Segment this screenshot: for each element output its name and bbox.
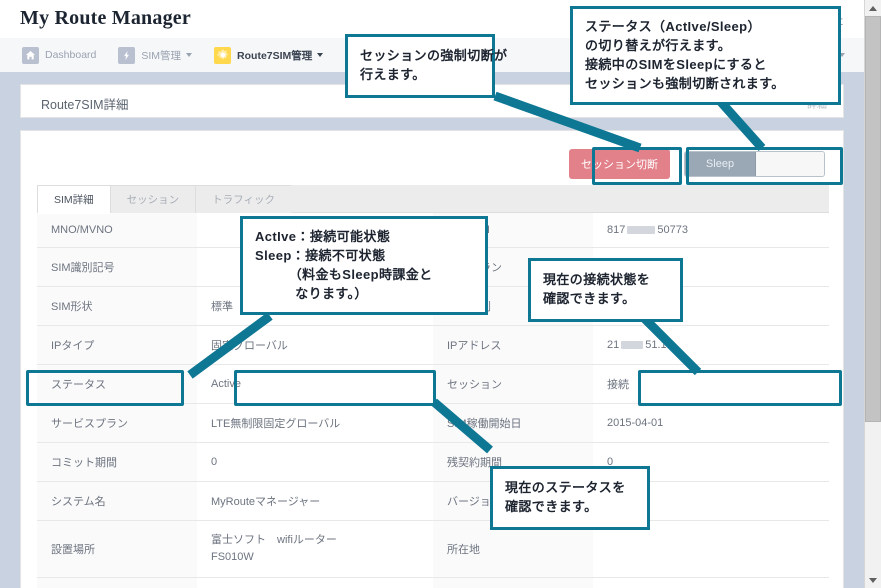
tab-traffic[interactable]: トラフィック [195,185,292,213]
cell-key: SIM形状 [37,286,197,326]
home-icon [22,46,39,64]
cell-key-session: セッション [433,364,593,404]
tab-sim-detail[interactable]: SIM詳細 [37,185,111,213]
highlight-status-value [234,370,436,406]
nav-label-sim-kanri: SIM管理 [141,49,182,62]
cell-value: MyRouteマネージャー [197,481,433,521]
cell-value: 固定グローバル [197,325,433,365]
tab-filler [290,185,829,213]
scroll-down-arrow-icon[interactable] [865,572,881,588]
cell-value: 21 51.18 [593,325,829,365]
callout-active-sleep: ActIve：接続可能状態 Sleep：接続不可状態 （料金もSleep時課金と… [240,216,488,316]
cell-key: SIM稼働開始日 [433,403,593,443]
callout-text: ステータス（ActIve/Sleep） の切り替えが行えます。 接続中のSIMを… [585,19,785,91]
highlight-sleep-toggle [686,147,843,185]
highlight-session-disconnect [592,147,682,185]
cell-value: 富士ソフト wifiルーター FS010W [197,520,433,579]
cell-value: 2015-04-01 [593,403,829,443]
nav-label-dashboard: Dashboard [45,49,97,61]
cell-key: サービスプラン [37,403,197,443]
page-title: Route7SIM詳細 [41,98,129,112]
table-row: システム名 MyRouteマネージャー バージョン 1.0 [37,481,829,521]
nav-item-route7sim-kanri[interactable]: Route7SIM管理 [214,38,335,72]
callout-text: ActIve：接続可能状態 Sleep：接続不可状態 （料金もSleep時課金と… [255,229,433,301]
cell-key: 稼働開始日 [433,577,593,588]
nav-item-dashboard[interactable]: Dashboard [22,38,108,72]
tab-bar: SIM詳細 セッション トラフィック [37,185,829,214]
page-scrollbar[interactable] [864,0,881,588]
highlight-session-value [638,370,842,406]
scroll-up-arrow-icon[interactable] [865,0,881,16]
table-row: 設置日時 2016-12-20 稼働開始日 2016-12-20 [37,577,829,588]
cell-key: SIM識別記号 [37,247,197,287]
msisdn-prefix: 817 [607,224,626,236]
app-logo: My Route Manager [20,7,191,29]
nav-item-sim-kanri[interactable]: SIM管理 [118,38,204,72]
bolt-icon [118,46,136,64]
cell-key: MNO/MVNO [37,213,197,248]
callout-status-toggle: ステータス（ActIve/Sleep） の切り替えが行えます。 接続中のSIMを… [570,6,841,106]
highlight-status-key [26,370,184,406]
table-row: 設置場所 富士ソフト wifiルーター FS010W 所在地 [37,520,829,579]
nav-label-route7sim-kanri: Route7SIM管理 [237,49,313,62]
callout-connection-state: 現在の接続状態を 確認できます。 [528,258,683,322]
cell-key: コミット期間 [37,442,197,482]
callout-session-disconnect: セッションの強制切断が 行えます。 [345,34,508,98]
ip-suffix: 51.18 [645,339,673,351]
chevron-down-icon [317,53,324,57]
callout-text: 現在の接続状態を 確認できます。 [543,272,651,306]
redaction-mask [621,341,644,350]
callout-text: 現在のステータスを 確認できます。 [505,480,626,514]
callout-current-status: 現在のステータスを 確認できます。 [490,466,650,530]
msisdn-suffix: 50773 [657,224,688,236]
cell-value: LTE無制限固定グローバル [197,403,433,443]
cell-key: IPタイプ [37,325,197,365]
table-row: IPタイプ 固定グローバル IPアドレス 21 51.18 [37,325,829,365]
table-row: サービスプラン LTE無制限固定グローバル SIM稼働開始日 2015-04-0… [37,403,829,443]
cell-value: 2016-12-20 [197,577,433,588]
callout-text: セッションの強制切断が 行えます。 [360,48,508,82]
cell-value: 0 [197,442,433,482]
tab-session[interactable]: セッション [109,185,197,213]
cell-key: システム名 [37,481,197,521]
detail-panel: セッション切断 Sleep SIM詳細 セッション トラフィック MNO/MVN… [20,130,844,588]
chevron-down-icon [186,53,193,57]
cell-value: 817 50773 [593,213,829,248]
ip-prefix: 21 [607,339,620,351]
cell-key: IPアドレス [433,325,593,365]
redaction-mask [627,226,656,235]
scrollbar-thumb[interactable] [865,16,881,422]
table-row: コミット期間 0 残契約期間 0 [37,442,829,482]
cell-key: 設置日時 [37,577,197,588]
cell-value: 2016-12-20 [593,577,829,588]
cell-key: 設置場所 [37,520,197,579]
gear-icon [214,46,232,64]
